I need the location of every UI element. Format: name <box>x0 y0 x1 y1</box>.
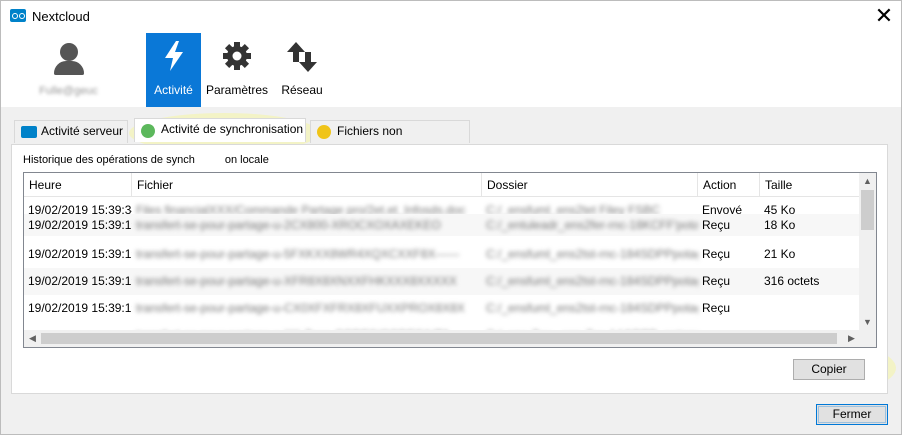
cell-file: transfert-se-pour-partage-u-5FXKXX8WR4XQ… <box>136 247 460 261</box>
cell-folder: C:/_ensfuml_ens2tst-rnc-184SDPPpotage <box>486 301 698 315</box>
cell-size: 21 Ko <box>764 247 796 261</box>
copy-button[interactable]: Copier <box>793 359 865 380</box>
table-row[interactable]: 19/02/2019 15:39:19 transfert-se-pour-pa… <box>24 268 860 295</box>
account-name: Fulle@geuc <box>39 85 98 97</box>
description-part1: Historique des opérations de synch <box>23 154 195 166</box>
tab-server-activity-label: Activité serveur <box>41 124 124 138</box>
nextcloud-logo-icon <box>21 126 37 138</box>
check-circle-icon <box>141 124 155 138</box>
account-button[interactable]: Fulle@geuc <box>21 39 116 99</box>
nextcloud-settings-window: Nextcloud ✕ Fulle@geuc Activité Paramètr… <box>0 0 902 435</box>
scroll-up-icon[interactable]: ▲ <box>859 173 876 190</box>
cell-folder: C:/_entuleadr_ens2fer-rnc-18KCFF'potage <box>486 218 698 232</box>
cell-folder: C:/_ensfuml_ens2tst-rnc-184SDPPpotage <box>486 247 698 261</box>
nextcloud-logo-icon <box>10 9 26 22</box>
cell-time: 19/02/2019 15:39:19 <box>28 247 132 261</box>
tab-not-synced[interactable]: Fichiers non synchronisés <box>310 120 470 159</box>
table-row[interactable]: 19/02/2019 15:39:19 transfert-se-pour-pa… <box>24 241 860 268</box>
network-label: Réseau <box>281 83 323 97</box>
close-window-button[interactable]: ✕ <box>870 3 898 29</box>
cell-action: Reçu <box>702 247 731 261</box>
arrows-icon <box>287 42 317 72</box>
horizontal-scroll-thumb[interactable] <box>41 333 837 344</box>
tab-server-activity[interactable]: Activité serveur <box>14 120 128 143</box>
cell-file: transfert-se-pour-partage-u-2CX800-XROCX… <box>136 218 441 232</box>
description-part2: on locale <box>224 154 269 166</box>
toolbar-network-button[interactable]: Réseau <box>281 33 323 107</box>
cell-action: Reçu <box>702 274 731 288</box>
cell-file: transfert-se-pour-partage-u-XFR8X8XNXXFH… <box>136 274 457 288</box>
cell-time: 19/02/2019 15:39:19 <box>28 274 132 288</box>
horizontal-scrollbar[interactable]: ◀ ▶ <box>24 330 860 347</box>
gear-icon <box>223 42 251 70</box>
activity-label: Activité <box>154 83 193 97</box>
sync-history-description: Historique des opérations de synch on loc… <box>23 154 269 166</box>
vertical-scroll-thumb[interactable] <box>861 190 874 230</box>
scroll-left-icon[interactable]: ◀ <box>24 330 41 347</box>
cell-time: 19/02/2019 15:39:19 <box>28 218 132 232</box>
column-header-file[interactable]: Fichier <box>132 173 482 197</box>
tab-sync-activity[interactable]: Activité de synchronisation <box>134 118 306 142</box>
column-header-size[interactable]: Taille <box>760 173 860 197</box>
table-header: Heure Fichier Dossier Action Taille <box>24 173 860 197</box>
cell-file: transfert-se-pour-partage-u-CX0XFXFRX8XF… <box>136 301 465 315</box>
table-row[interactable]: 19/02/2019 15:39:19 transfert-se-pour-pa… <box>24 295 860 322</box>
toolbar-settings-button[interactable]: Paramètres <box>206 33 268 107</box>
sync-activity-panel: Historique des opérations de synch on loc… <box>11 144 888 394</box>
scrollbar-corner <box>859 330 876 347</box>
cell-size: 316 octets <box>764 274 820 288</box>
column-header-folder[interactable]: Dossier <box>482 173 698 197</box>
avatar-icon <box>60 43 78 61</box>
column-header-action[interactable]: Action <box>698 173 760 197</box>
toolbar: Fulle@geuc Activité Paramètres Réseau <box>1 31 901 107</box>
cell-action: Reçu <box>702 301 731 315</box>
scroll-down-icon[interactable]: ▼ <box>859 314 876 331</box>
column-header-time[interactable]: Heure <box>24 173 132 197</box>
scroll-right-icon[interactable]: ▶ <box>843 330 860 347</box>
lightning-icon <box>164 41 183 71</box>
close-button[interactable]: Fermer <box>816 404 888 425</box>
cell-time: 19/02/2019 15:39:19 <box>28 301 132 315</box>
warning-icon <box>317 125 331 139</box>
window-title: Nextcloud <box>32 9 90 24</box>
cell-size: 18 Ko <box>764 218 796 232</box>
activity-content: Activité serveur Activité de synchronisa… <box>11 107 896 394</box>
avatar-body <box>54 61 84 75</box>
title-bar: Nextcloud ✕ <box>1 1 901 31</box>
settings-label: Paramètres <box>206 83 269 97</box>
toolbar-activity-button[interactable]: Activité <box>146 33 201 107</box>
cell-size <box>760 295 860 322</box>
sync-history-table: Heure Fichier Dossier Action Taille 19/0… <box>23 172 877 348</box>
vertical-scrollbar[interactable]: ▲ ▼ <box>859 173 876 331</box>
tab-sync-activity-label: Activité de synchronisation <box>161 122 304 136</box>
cell-action: Reçu <box>702 218 731 232</box>
cell-folder: C:/_ensfuml_ens2tst-rnc-184SDPPpotage <box>486 274 698 288</box>
table-row[interactable]: 19/02/2019 15:39:19 transfert-se-pour-pa… <box>24 214 860 236</box>
